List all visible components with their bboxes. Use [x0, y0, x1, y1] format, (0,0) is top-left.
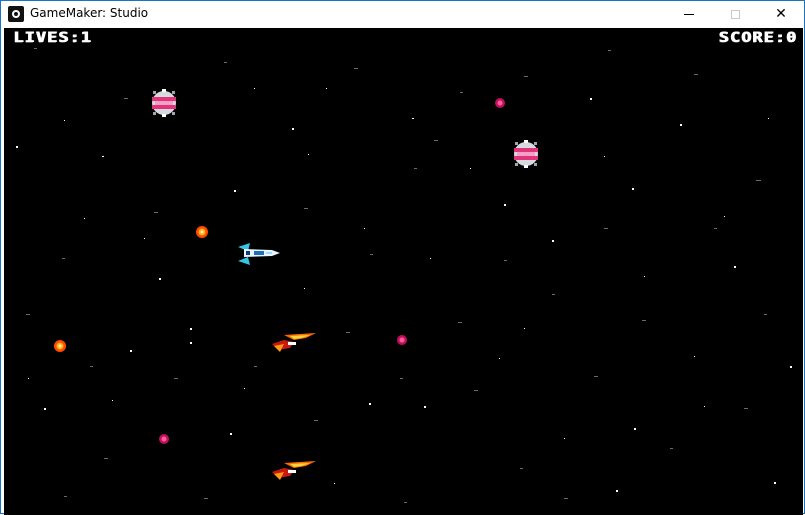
pink-bullet: [159, 434, 169, 444]
maximize-button[interactable]: [712, 1, 758, 27]
flame-fighter-enemy: [272, 333, 316, 352]
pink-drone-enemy: [514, 140, 538, 168]
player-ship: [238, 243, 280, 265]
lives-counter: LIVES:1: [13, 29, 92, 46]
title-bar[interactable]: GameMaker: Studio ✕: [1, 1, 804, 27]
close-icon: ✕: [775, 6, 787, 22]
gamemaker-logo-icon: [8, 6, 24, 22]
game-canvas[interactable]: LIVES:1 SCORE:0: [4, 28, 803, 515]
orange-bullet: [54, 340, 66, 352]
starfield: [16, 48, 792, 503]
close-button[interactable]: ✕: [758, 1, 804, 27]
flame-fighter-enemy: [272, 461, 316, 480]
orange-bullet: [196, 226, 208, 238]
app-window: GameMaker: Studio ✕ LIVES:1 SCORE:0: [0, 0, 805, 515]
minimize-button[interactable]: [666, 1, 712, 27]
pink-bullet: [495, 98, 505, 108]
score-counter: SCORE:0: [718, 29, 797, 46]
pink-drone-enemy: [152, 89, 176, 117]
window-title: GameMaker: Studio: [30, 6, 149, 20]
maximize-icon: [730, 9, 740, 19]
minimize-icon: [684, 13, 694, 15]
pink-bullet: [397, 335, 407, 345]
